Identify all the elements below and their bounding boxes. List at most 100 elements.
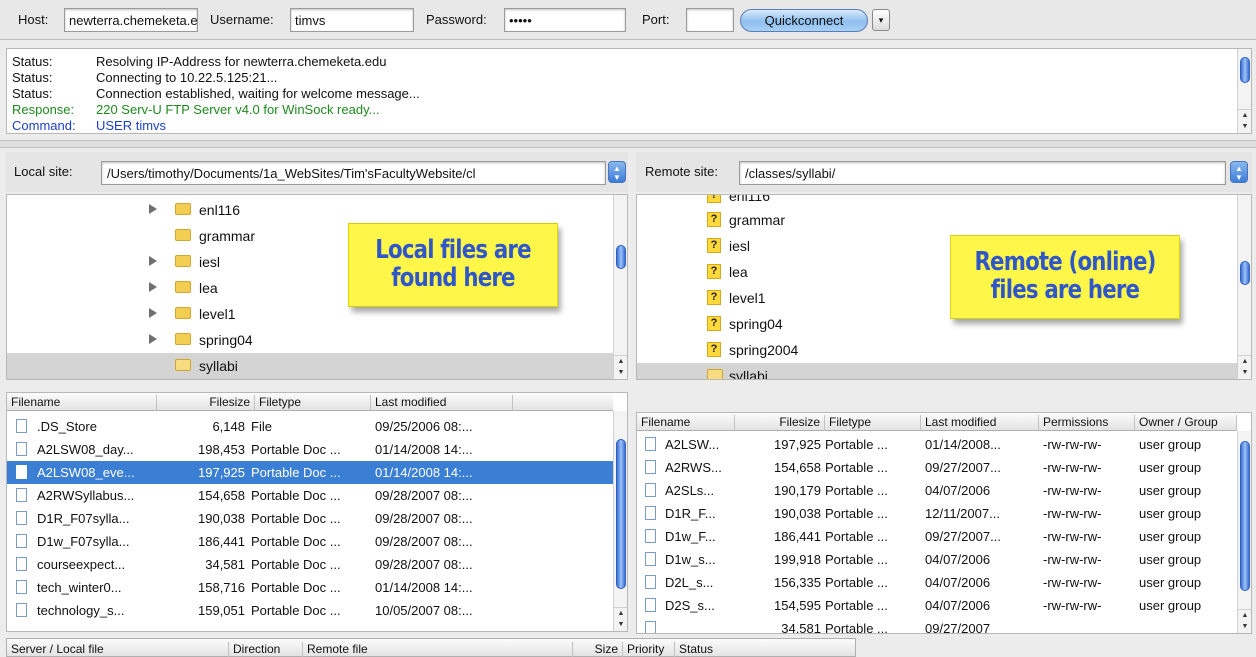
remote-list-scroll-thumb[interactable] [1240,441,1250,591]
expand-arrow-icon[interactable] [149,282,157,292]
expand-arrow-icon[interactable] [149,256,157,266]
file-row[interactable]: A2LSW08_day... 198,453 Portable Doc ... … [7,438,613,461]
local-list-scroll-thumb[interactable] [616,439,626,589]
scroll-arrows-icon[interactable]: ▲ ▼ [1238,609,1251,633]
column-remote-file[interactable]: Remote file [303,642,573,657]
pdf-file-icon [16,488,27,502]
expand-arrow-icon[interactable] [149,204,157,214]
folder-icon [175,203,191,215]
transfer-queue-header: Server / Local file Direction Remote fil… [6,638,856,657]
file-row[interactable]: D2L_s... 156,335 Portable ... 04/07/2006… [637,571,1237,594]
file-row[interactable]: courseexpect... 34,581 Portable Doc ... … [7,553,613,576]
username-input[interactable]: timvs [290,8,414,32]
remote-list-scrollbar[interactable]: ▲ ▼ [1237,431,1251,633]
column-size[interactable]: Size [573,642,623,657]
pdf-file-icon [16,534,27,548]
password-input[interactable]: ••••• [504,8,626,32]
column-filename[interactable]: Filename [7,395,157,411]
log-scrollbar[interactable]: ▲ ▼ [1237,49,1251,133]
unknown-folder-icon: ? [707,316,721,331]
file-row[interactable]: A2RWS... 154,658 Portable ... 09/27/2007… [637,456,1237,479]
port-input[interactable] [686,8,734,32]
file-row[interactable]: A2LSW... 197,925 Portable ... 01/14/2008… [637,433,1237,456]
column-server-local-file[interactable]: Server / Local file [7,642,229,657]
file-icon [645,437,656,451]
file-row[interactable]: D1R_F... 190,038 Portable ... 12/11/2007… [637,502,1237,525]
remote-path-bar: Remote site: /classes/syllabi/ ▲ ▼ [636,152,1252,192]
scroll-arrows-icon[interactable]: ▲ ▼ [1238,355,1251,379]
column-status[interactable]: Status [675,642,857,657]
remote-directory-tree: ? enl116 ? grammar ? iesl ? lea ? level1… [636,194,1252,380]
folder-icon [175,255,191,267]
quickconnect-button[interactable]: Quickconnect [740,9,868,32]
scroll-arrows-icon[interactable]: ▲ ▼ [1238,109,1251,133]
column-owner-group[interactable]: Owner / Group [1135,415,1237,431]
log-line: Status: Resolving IP-Address for newterra… [12,54,387,69]
column-filetype[interactable]: Filetype [255,395,371,411]
tree-item[interactable]: ? grammar [637,207,1239,233]
column-filename[interactable]: Filename [637,415,735,431]
expand-arrow-icon[interactable] [149,334,157,344]
tree-item[interactable]: spring04 [7,327,615,353]
remote-path-input[interactable]: /classes/syllabi/ [739,161,1226,185]
column-filesize[interactable]: Filesize [157,395,255,411]
local-path-bar: Local site: /Users/timothy/Documents/1a_… [6,152,628,192]
log-line: Status: Connection established, waiting f… [12,86,420,101]
open-folder-icon [175,359,191,371]
file-row[interactable]: A2RWSyllabus... 154,658 Portable Doc ...… [7,484,613,507]
pdf-file-icon [16,557,27,571]
local-path-dropdown-icon[interactable]: ▲ ▼ [608,161,626,183]
tree-item-selected[interactable]: syllabi [637,363,1239,379]
file-icon [645,575,656,589]
column-filetype[interactable]: Filetype [825,415,921,431]
column-priority[interactable]: Priority [623,642,675,657]
column-last-modified[interactable]: Last modified [921,415,1039,431]
quickconnect-bar: Host: newterra.chemeketa.edu Username: t… [0,0,1256,40]
file-row[interactable]: D1w_s... 199,918 Portable ... 04/07/2006… [637,548,1237,571]
local-tree-scroll-thumb[interactable] [616,245,626,269]
remote-file-list: Filename Filesize Filetype Last modified… [636,412,1252,634]
remote-tree-scroll-thumb[interactable] [1240,261,1250,285]
column-last-modified[interactable]: Last modified [371,395,513,411]
log-line-response: Response: 220 Serv-U FTP Server v4.0 for … [12,102,380,117]
column-filesize[interactable]: Filesize [735,415,825,431]
log-splitter[interactable] [0,140,1256,148]
open-folder-icon [707,369,723,379]
pdf-file-icon [16,442,27,456]
unknown-folder-icon: ? [707,195,721,203]
file-row[interactable]: 34,581 Portable ... 09/27/2007 [637,617,1237,633]
file-row[interactable]: D2S_s... 154,595 Portable ... 04/07/2006… [637,594,1237,617]
file-row[interactable]: D1w_F07sylla... 186,441 Portable Doc ...… [7,530,613,553]
remote-path-dropdown-icon[interactable]: ▲ ▼ [1230,161,1248,183]
tree-item[interactable]: enl116 [7,197,615,223]
file-row[interactable]: .DS_Store 6,148 File 09/25/2006 08:... [7,415,613,438]
column-direction[interactable]: Direction [229,642,303,657]
remote-tree-scrollbar[interactable]: ▲ ▼ [1237,195,1251,379]
local-path-input[interactable]: /Users/timothy/Documents/1a_WebSites/Tim… [101,161,606,185]
file-row[interactable]: D1w_F... 186,441 Portable ... 09/27/2007… [637,525,1237,548]
tree-item-selected[interactable]: syllabi [7,353,615,379]
file-icon [645,529,656,543]
file-row[interactable]: tech_winter0... 158,716 Portable Doc ...… [7,576,613,599]
file-row[interactable]: D1R_F07sylla... 190,038 Portable Doc ...… [7,507,613,530]
host-input[interactable]: newterra.chemeketa.edu [64,8,198,32]
column-permissions[interactable]: Permissions [1039,415,1135,431]
file-row[interactable]: technology_s... 159,051 Portable Doc ...… [7,599,613,622]
log-line-command: Command: USER timvs [12,118,167,133]
tree-item[interactable]: ? spring2004 [637,337,1239,363]
local-tree-scrollbar[interactable]: ▲ ▼ [613,195,627,379]
file-row-selected[interactable]: A2LSW08_eve... 197,925 Portable Doc ... … [7,461,613,484]
expand-arrow-icon[interactable] [149,308,157,318]
file-row[interactable]: A2SLs... 190,179 Portable ... 04/07/2006… [637,479,1237,502]
file-icon [645,483,656,497]
log-scroll-thumb[interactable] [1240,57,1250,83]
file-icon [645,460,656,474]
file-icon [645,506,656,520]
scroll-arrows-icon[interactable]: ▲ ▼ [614,607,627,631]
unknown-folder-icon: ? [707,290,721,305]
local-list-scrollbar[interactable]: ▲ ▼ [613,411,627,631]
remote-callout-note: Remote (online) files are here [950,235,1180,319]
quickconnect-dropdown-icon[interactable]: ▾ [872,9,890,31]
scroll-arrows-icon[interactable]: ▲ ▼ [614,355,627,379]
local-callout-note: Local files are found here [348,223,558,307]
